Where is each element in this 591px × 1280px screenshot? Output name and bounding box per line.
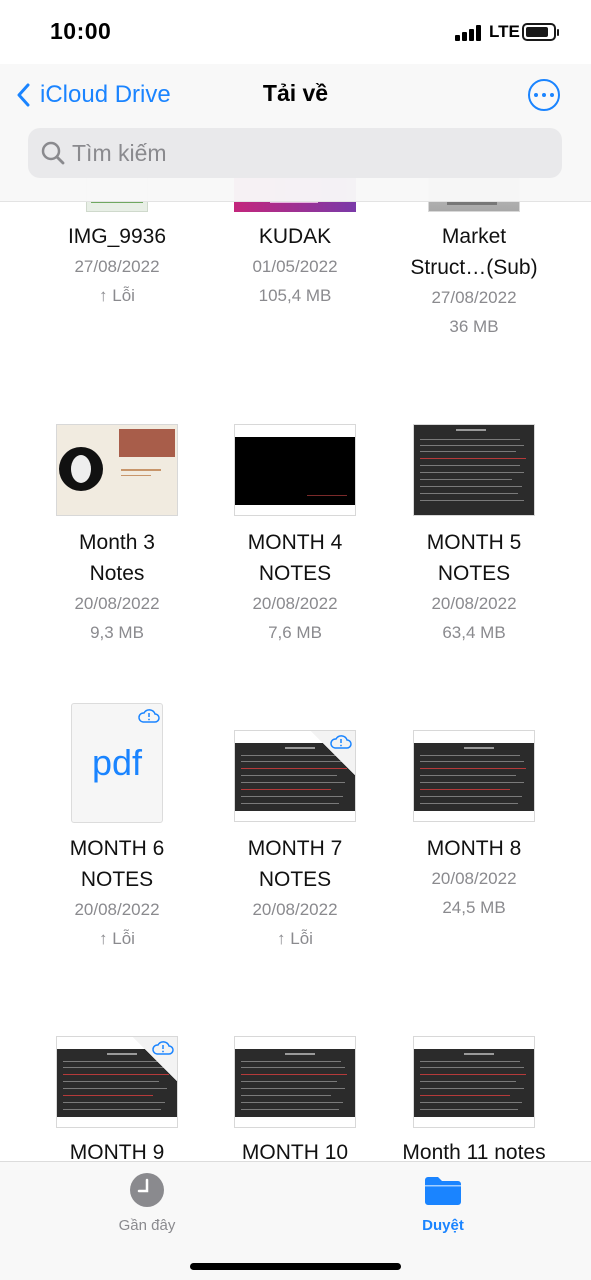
file-name: Month 3 Notes [79,531,155,585]
more-options-button[interactable] [528,79,560,111]
file-size: 7,6 MB [268,623,322,642]
file-date: 01/05/2022 [252,257,338,276]
file-size: 63,4 MB [442,623,506,642]
battery-level [526,27,549,37]
tab-recents-label: Gần đây [118,1217,176,1234]
upload-error-status: ↑ Lỗi [99,929,135,948]
search-icon [41,141,65,165]
tab-browse[interactable]: Duyệt [383,1172,503,1234]
status-time: 10:00 [50,18,112,44]
document-thumbnail [413,730,535,822]
document-thumbnail [413,424,535,516]
folder-icon [425,1177,461,1205]
file-item[interactable]: Month 3 Notes 20/08/2022 9,3 MB [28,424,206,654]
more-dot [550,93,554,97]
upload-error-status: ↑ Lỗi [99,286,135,305]
tab-recents[interactable]: Gần đây [87,1172,207,1234]
clock-icon [130,1173,164,1207]
file-date: 20/08/2022 [74,594,160,613]
file-item[interactable]: MONTH 10 [206,1036,384,1166]
file-item[interactable]: MONTH 9 [28,1036,206,1166]
search-bar[interactable] [28,128,562,178]
document-thumbnail [56,1036,178,1128]
file-item[interactable]: Month 11 notes [385,1036,563,1166]
document-thumbnail [234,730,356,822]
file-name: IMG_9936 [67,225,167,248]
file-size: 105,4 MB [258,286,332,305]
battery-icon [522,23,559,41]
file-size: 36 MB [449,317,499,336]
pdf-label: pdf [91,742,143,783]
upload-error-status: ↑ Lỗi [277,929,313,948]
file-item[interactable]: MONTH 5 NOTES 20/08/2022 63,4 MB [385,424,563,654]
cloud-upload-error-icon [138,709,160,723]
tab-bar: Gần đây Duyệt [0,1161,591,1280]
file-item[interactable]: MONTH 4 NOTES 20/08/2022 7,6 MB [206,424,384,654]
file-name: MONTH 7 NOTES [247,837,343,891]
cloud-upload-error-icon [152,1041,174,1055]
cellular-signal-icon [455,25,483,41]
file-size: 24,5 MB [442,898,506,917]
file-name: MONTH 5 NOTES [426,531,522,585]
file-name: MONTH 8 [426,837,522,860]
file-item[interactable]: pdf MONTH 6 NOTES 20/08/2022 ↑ Lỗi [28,703,206,953]
home-indicator[interactable] [190,1263,401,1270]
document-thumbnail [56,424,178,516]
file-date: 20/08/2022 [431,869,517,888]
document-thumbnail [413,1036,535,1128]
navigation-bar: iCloud Drive Tải về [0,64,591,202]
file-item[interactable]: MONTH 7 NOTES 20/08/2022 ↑ Lỗi [206,730,384,960]
search-input[interactable] [72,139,512,167]
file-date: 27/08/2022 [431,288,517,307]
file-name: Market Struct…(Sub) [410,225,538,279]
cloud-upload-error-icon [330,735,352,749]
document-thumbnail [234,1036,356,1128]
page-title: Tải về [262,80,329,106]
file-size: 9,3 MB [90,623,144,642]
pdf-file-icon: pdf [71,703,163,823]
file-name: MONTH 6 NOTES [69,837,165,891]
file-name: MONTH 4 NOTES [247,531,343,585]
status-bar: 10:00 LTE [0,0,591,64]
tab-browse-label: Duyệt [422,1217,464,1234]
file-date: 20/08/2022 [431,594,517,613]
file-name: KUDAK [258,225,332,248]
more-dot [542,93,546,97]
document-thumbnail [234,424,356,516]
network-type: LTE [489,22,520,41]
file-date: 27/08/2022 [74,257,160,276]
file-date: 20/08/2022 [252,594,338,613]
file-date: 20/08/2022 [74,900,160,919]
file-item[interactable]: MONTH 8 20/08/2022 24,5 MB [385,730,563,960]
file-date: 20/08/2022 [252,900,338,919]
more-dot [534,93,538,97]
